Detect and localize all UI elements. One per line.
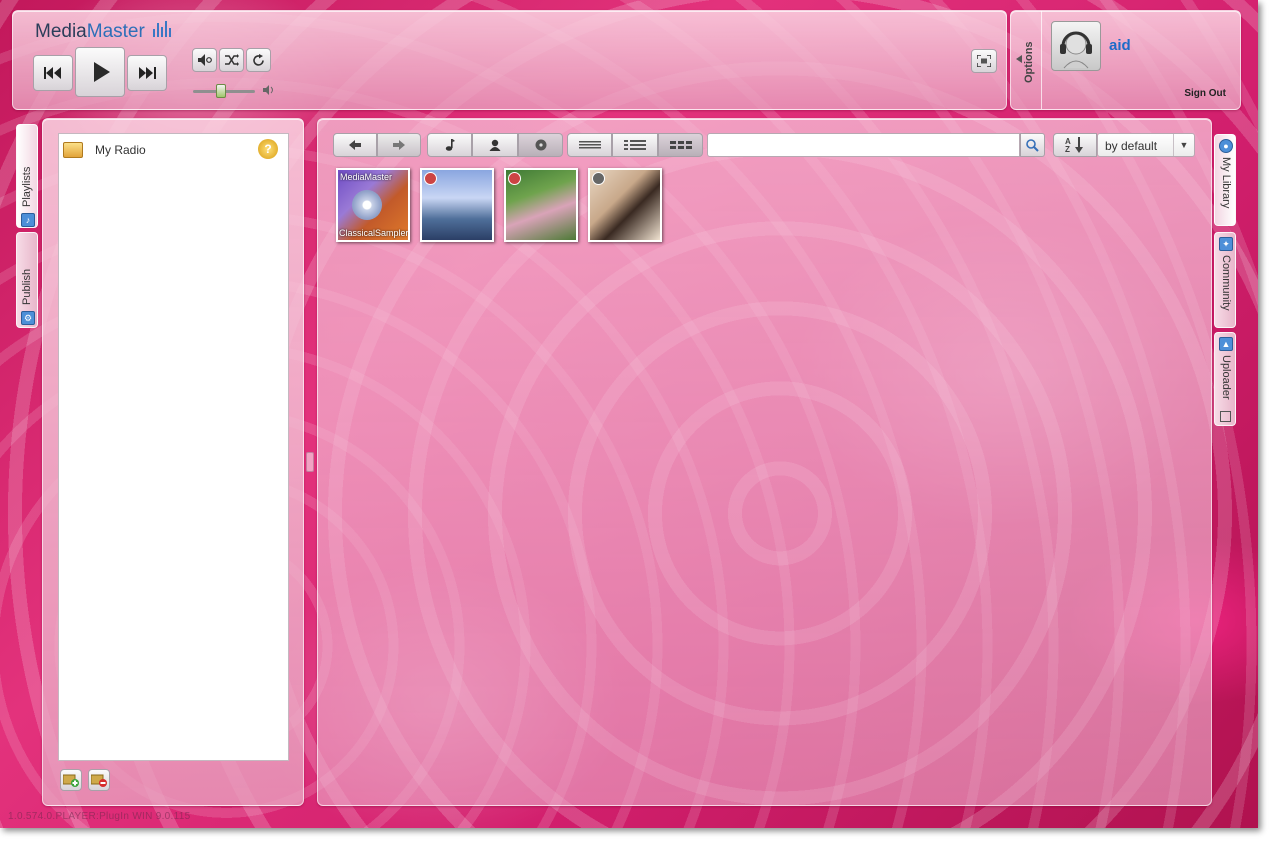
blocked-icon bbox=[592, 172, 605, 185]
app-window: MediaMaster Options aid Sign Out Playlis… bbox=[0, 0, 1258, 828]
view-details-button[interactable] bbox=[612, 133, 658, 157]
next-button[interactable] bbox=[127, 55, 167, 91]
grid-view-icon bbox=[669, 141, 692, 149]
community-icon: ✦ bbox=[1219, 237, 1233, 251]
view-list-button[interactable] bbox=[567, 133, 612, 157]
chevron-down-icon: ▼ bbox=[1173, 134, 1194, 156]
fullscreen-icon bbox=[977, 55, 991, 67]
repeat-icon bbox=[253, 53, 264, 66]
remove-playlist-button[interactable] bbox=[88, 769, 110, 791]
view-grid-button[interactable] bbox=[658, 133, 703, 157]
play-icon bbox=[94, 62, 110, 82]
cd-icon bbox=[352, 190, 382, 220]
sort-select[interactable]: by default ▼ bbox=[1097, 133, 1195, 157]
volume-icon bbox=[263, 85, 273, 95]
search-icon bbox=[1026, 138, 1039, 152]
tab-publish-label: Publish bbox=[21, 268, 33, 305]
user-panel: Options aid Sign Out bbox=[1010, 10, 1241, 110]
tab-community-label: Community bbox=[1220, 255, 1232, 311]
remove-folder-icon bbox=[91, 774, 107, 787]
upload-icon: ▲ bbox=[1219, 337, 1233, 351]
add-playlist-button[interactable] bbox=[60, 769, 82, 791]
skip-forward-icon bbox=[139, 67, 156, 79]
blocked-icon bbox=[424, 172, 437, 185]
sort-order-button[interactable]: AZ bbox=[1053, 133, 1097, 157]
popout-icon[interactable] bbox=[1220, 411, 1231, 422]
arrow-right-icon bbox=[393, 140, 405, 150]
volume-slider-handle[interactable] bbox=[216, 84, 227, 98]
add-folder-icon bbox=[63, 774, 79, 787]
repeat-button[interactable] bbox=[246, 48, 271, 72]
mute-icon bbox=[197, 54, 212, 66]
playlists-panel: My Radio ? bbox=[42, 118, 304, 806]
tab-uploader[interactable]: ▲ Uploader bbox=[1214, 332, 1236, 426]
view-songs-button[interactable] bbox=[427, 133, 472, 157]
gear-icon: ⚙ bbox=[21, 311, 35, 325]
music-note-icon bbox=[445, 139, 455, 151]
username[interactable]: aid bbox=[1109, 37, 1131, 54]
playlist-item-label: My Radio bbox=[95, 143, 146, 157]
back-button[interactable] bbox=[333, 133, 377, 157]
sort-select-value: by default bbox=[1105, 139, 1158, 153]
app-logo: MediaMaster bbox=[35, 21, 175, 43]
search-button[interactable] bbox=[1020, 133, 1045, 157]
logo-media: Media bbox=[35, 21, 87, 42]
logo-master: Master bbox=[86, 21, 145, 42]
player-panel: MediaMaster bbox=[12, 10, 1007, 110]
headphones-user-icon bbox=[1060, 31, 1092, 69]
details-view-icon bbox=[624, 140, 646, 150]
person-icon bbox=[489, 139, 501, 151]
help-icon[interactable]: ? bbox=[258, 139, 278, 159]
disc-icon bbox=[535, 139, 546, 151]
sign-out-link[interactable]: Sign Out bbox=[1184, 88, 1226, 99]
album-tile[interactable] bbox=[420, 168, 494, 242]
svg-text:Z: Z bbox=[1065, 145, 1070, 153]
equalizer-icon bbox=[153, 21, 175, 39]
tab-publish[interactable]: Publish ⚙ bbox=[16, 232, 38, 328]
mute-button[interactable] bbox=[192, 48, 217, 72]
status-text: 1.0.574.0.PLAYER:PlugIn WIN 9.0.115 bbox=[8, 811, 191, 822]
album-title-top: MediaMaster bbox=[340, 172, 393, 182]
view-albums-button[interactable] bbox=[518, 133, 563, 157]
view-artists-button[interactable] bbox=[472, 133, 518, 157]
options-tab[interactable]: Options bbox=[1011, 11, 1042, 109]
skip-back-icon bbox=[44, 67, 61, 79]
search-input[interactable] bbox=[707, 133, 1020, 157]
tab-playlists[interactable]: Playlists ♪ bbox=[16, 124, 38, 228]
playlist-icon: ♪ bbox=[21, 213, 35, 227]
previous-button[interactable] bbox=[33, 55, 73, 91]
album-tile[interactable] bbox=[588, 168, 662, 242]
album-tile[interactable] bbox=[504, 168, 578, 242]
shuffle-icon bbox=[224, 54, 239, 66]
forward-button[interactable] bbox=[377, 133, 421, 157]
library-panel: AZ by default ▼ MediaMaster ClassicalSam… bbox=[317, 118, 1212, 806]
panel-splitter[interactable] bbox=[306, 452, 314, 472]
options-label: Options bbox=[1023, 41, 1035, 83]
playlist-list: My Radio ? bbox=[58, 133, 289, 761]
album-tile[interactable]: MediaMaster ClassicalSampler bbox=[336, 168, 410, 242]
shuffle-button[interactable] bbox=[219, 48, 244, 72]
list-view-icon bbox=[578, 141, 601, 149]
disc-icon: ● bbox=[1219, 139, 1233, 153]
tab-uploader-label: Uploader bbox=[1220, 355, 1232, 400]
tab-my-library-label: My Library bbox=[1220, 157, 1232, 209]
sort-az-icon: AZ bbox=[1065, 137, 1083, 153]
blocked-icon bbox=[508, 172, 521, 185]
playlist-item-my-radio[interactable]: My Radio ? bbox=[63, 139, 282, 161]
chevron-left-icon bbox=[1016, 55, 1022, 63]
tab-my-library[interactable]: ● My Library bbox=[1214, 134, 1236, 226]
album-title-bottom: ClassicalSampler bbox=[339, 228, 409, 238]
tab-playlists-label: Playlists bbox=[21, 166, 33, 207]
play-button[interactable] bbox=[75, 47, 125, 97]
folder-icon bbox=[63, 142, 83, 158]
arrow-left-icon bbox=[349, 140, 361, 150]
tab-community[interactable]: ✦ Community bbox=[1214, 232, 1236, 328]
fullscreen-button[interactable] bbox=[971, 49, 997, 73]
avatar[interactable] bbox=[1051, 21, 1101, 71]
